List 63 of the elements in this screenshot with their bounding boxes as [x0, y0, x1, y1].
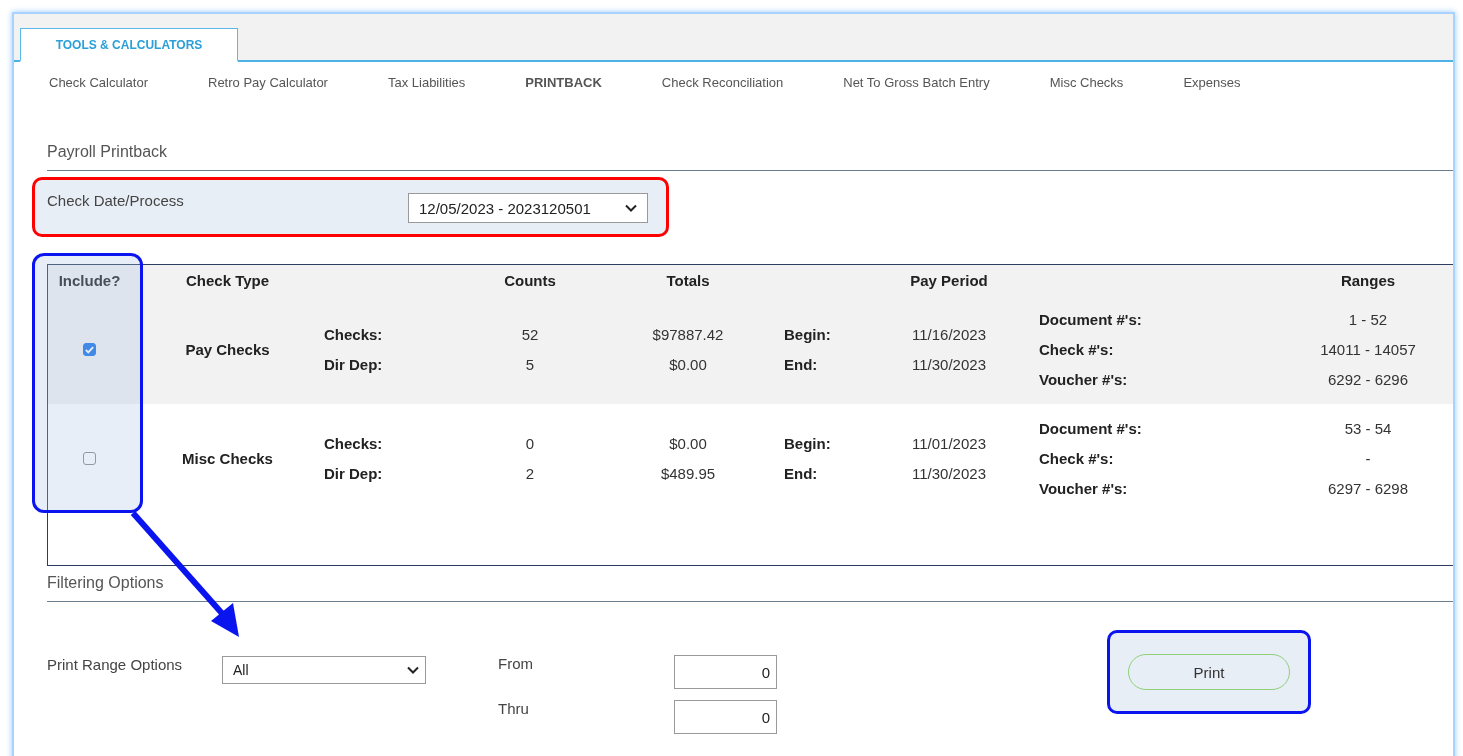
- field-label: From: [498, 655, 534, 672]
- column-header: Counts: [503, 271, 557, 289]
- include-checkbox[interactable]: [83, 343, 96, 356]
- date-select[interactable]: 12/05/2023 - 2023120501: [408, 193, 648, 223]
- chevron-down-icon: [407, 666, 419, 674]
- column-header: Ranges: [1339, 271, 1397, 289]
- section-title: Filtering Options: [47, 574, 1453, 602]
- nav-link[interactable]: PRINTBACK: [525, 75, 602, 105]
- total-value: $97887.42: [652, 324, 724, 345]
- range-value: 1 - 52: [1348, 309, 1388, 330]
- field-label: Check Date/Process: [47, 192, 184, 209]
- count-value: 2: [525, 463, 535, 484]
- range-label: Check #'s:: [1039, 448, 1114, 469]
- row-label: Dir Dep:: [324, 463, 383, 484]
- include-checkbox[interactable]: [83, 452, 96, 465]
- range-select[interactable]: All: [222, 656, 426, 684]
- range-value: 14011 - 14057: [1320, 339, 1416, 360]
- total-value: $489.95: [660, 463, 716, 484]
- period-label: Begin:: [784, 324, 831, 345]
- count-value: 52: [521, 324, 539, 345]
- range-value: 6297 - 6298: [1327, 478, 1409, 499]
- count-value: 0: [525, 433, 535, 454]
- thru-field[interactable]: 0: [674, 700, 777, 734]
- row-label: Checks:: [324, 324, 383, 345]
- print-button[interactable]: Print: [1128, 654, 1290, 690]
- check-type: Misc Checks: [182, 450, 273, 467]
- range-label: Voucher #'s:: [1039, 478, 1128, 499]
- period-date: 11/01/2023: [912, 433, 986, 454]
- nav-link[interactable]: Check Calculator: [49, 75, 148, 105]
- count-value: 5: [525, 354, 535, 375]
- column-header: Check Type: [184, 271, 271, 289]
- nav-link[interactable]: Check Reconciliation: [661, 75, 784, 105]
- total-value: $0.00: [669, 354, 707, 375]
- field-label: Print Range Options: [47, 656, 184, 673]
- section-title: Payroll Printback: [47, 143, 1453, 171]
- range-label: Check #'s:: [1039, 339, 1114, 360]
- period-date: 11/30/2023: [912, 354, 986, 375]
- period-date: 11/30/2023: [912, 463, 986, 484]
- nav-link[interactable]: Retro Pay Calculator: [208, 75, 328, 105]
- from-field[interactable]: 0: [674, 655, 777, 689]
- period-label: End:: [784, 463, 818, 484]
- range-label: Voucher #'s:: [1039, 369, 1128, 390]
- field-label: Thru: [498, 700, 530, 717]
- range-label: Document #'s:: [1039, 309, 1142, 330]
- range-label: Document #'s:: [1039, 418, 1142, 439]
- nav-link[interactable]: Expenses: [1183, 75, 1241, 105]
- nav-link[interactable]: Misc Checks: [1049, 75, 1124, 105]
- column-header: Include?: [57, 271, 122, 289]
- column-header: Totals: [665, 271, 711, 289]
- range-value: 53 - 54: [1344, 418, 1392, 439]
- check-type: Pay Checks: [185, 341, 270, 358]
- row-label: Checks:: [324, 433, 383, 454]
- nav-link[interactable]: Tax Liabilities: [387, 75, 466, 105]
- period-label: Begin:: [784, 433, 831, 454]
- period-label: End:: [784, 354, 818, 375]
- row-label: Dir Dep:: [324, 354, 383, 375]
- period-date: 11/16/2023: [912, 324, 986, 345]
- column-header: Pay Period: [909, 271, 989, 289]
- chevron-down-icon: [625, 204, 637, 212]
- range-value: 6292 - 6296: [1327, 369, 1409, 390]
- range-value: -: [1365, 448, 1371, 469]
- total-value: $0.00: [669, 433, 707, 454]
- nav-link[interactable]: Net To Gross Batch Entry: [843, 75, 990, 105]
